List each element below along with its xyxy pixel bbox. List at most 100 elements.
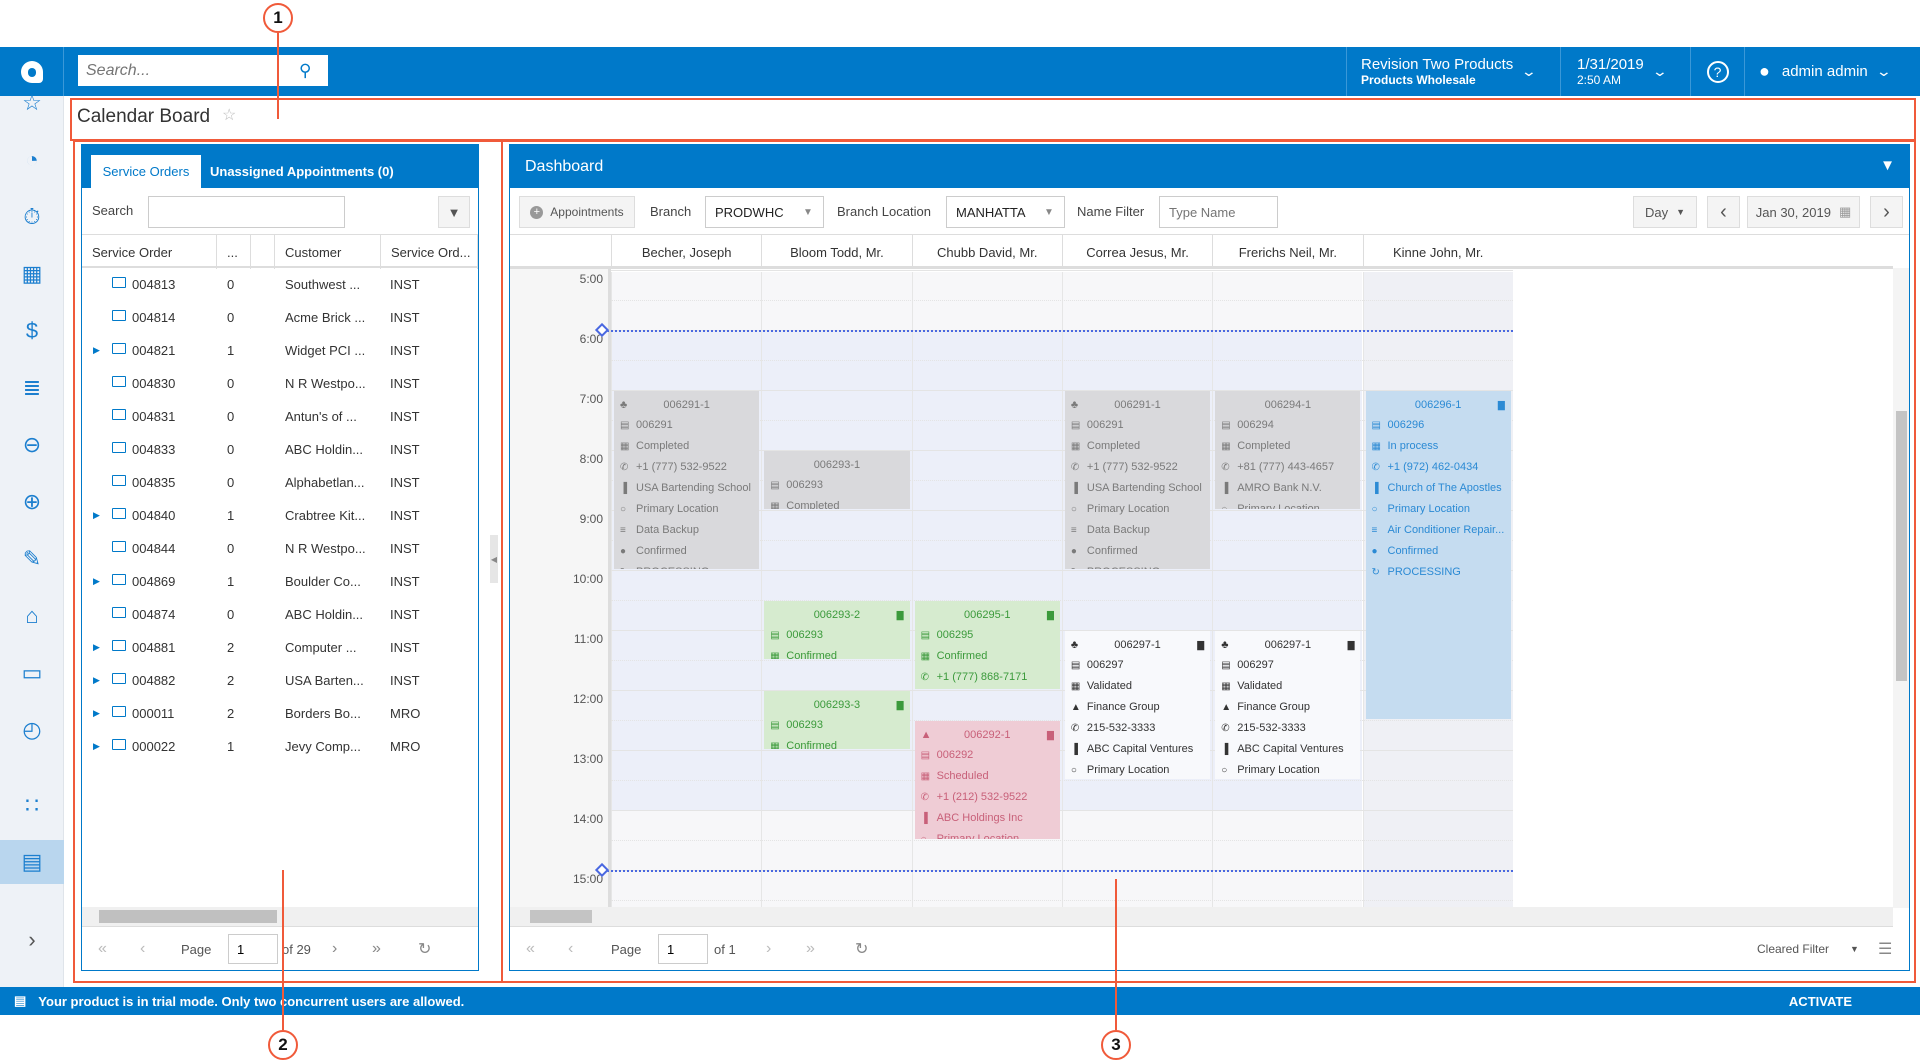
sidebar-item-expand-chevron[interactable]: › xyxy=(0,918,64,962)
column-header[interactable]: ... xyxy=(217,235,251,269)
scrollbar-thumb[interactable] xyxy=(1896,411,1907,681)
first-page-icon[interactable]: « xyxy=(526,940,535,958)
name-filter-input[interactable] xyxy=(1159,196,1278,228)
table-row[interactable]: 004874 0 ABC Holdin... INST xyxy=(82,598,479,631)
order-cell[interactable]: 004882 xyxy=(132,673,175,688)
sidebar-item-star[interactable]: ☆ xyxy=(0,81,64,125)
table-row[interactable]: 004813 0 Southwest ... INST xyxy=(82,268,479,301)
appointment-card[interactable]: 006295-1 ▇ ▤ 006295 ▦ Confirmed ✆ +1 (777) 868-… xyxy=(914,601,1060,689)
sidebar-item-edit[interactable]: ✎ xyxy=(0,537,64,581)
order-cell[interactable]: 004874 xyxy=(132,607,175,622)
sidebar-item-apps-grid[interactable]: ∷ xyxy=(0,784,64,828)
refresh-icon[interactable]: ↻ xyxy=(418,939,431,959)
column-header[interactable]: Customer xyxy=(275,235,381,269)
column-header[interactable]: Service Order xyxy=(82,235,217,269)
next-page-icon[interactable]: › xyxy=(332,940,337,958)
staff-column-header[interactable]: Frerichs Neil, Mr. xyxy=(1212,235,1362,269)
activate-link[interactable]: ACTIVATE xyxy=(1789,994,1852,1009)
sidebar-item-pie-chart[interactable]: ◔ xyxy=(0,138,64,182)
tab-unassigned-appointments[interactable]: Unassigned Appointments (0) xyxy=(210,155,394,188)
staff-column-header[interactable]: Chubb David, Mr. xyxy=(911,235,1062,269)
table-row[interactable]: ▶ 000022 1 Jevy Comp... MRO xyxy=(82,730,479,763)
expand-arrow-icon[interactable]: ▶ xyxy=(93,741,100,752)
branch-select[interactable]: PRODWHC ▼ xyxy=(705,196,824,228)
sidebar-item-plus-circle[interactable]: ⊕ xyxy=(0,480,64,524)
sidebar-item-truck[interactable]: ▭ xyxy=(0,651,64,695)
scrollbar-thumb[interactable] xyxy=(530,910,592,923)
first-page-icon[interactable]: « xyxy=(98,940,107,958)
filter-icon[interactable]: ▼ xyxy=(1880,157,1895,174)
order-cell[interactable]: 004869 xyxy=(132,574,175,589)
appointment-card[interactable]: 006297-1 ♣ ▇ ▤ 006297 ▦ Validated ▲ Finance Grou… xyxy=(1215,631,1361,779)
expand-arrow-icon[interactable]: ▶ xyxy=(93,345,100,356)
expand-arrow-icon[interactable]: ▶ xyxy=(93,576,100,587)
global-search[interactable]: ⚲ xyxy=(78,55,328,86)
appointment-card[interactable]: 006296-1 ▇ ▤ 006296 ▦ In process ✆ +1 (972) 462… xyxy=(1365,391,1511,719)
table-row[interactable]: 004814 0 Acme Brick ... INST xyxy=(82,301,479,334)
staff-column-header[interactable]: Kinne John, Mr. xyxy=(1362,235,1513,269)
scrollbar-thumb[interactable] xyxy=(99,910,277,923)
appointment-card[interactable]: 006292-1 ▲ ▇ ▤ 006292 ▦ Scheduled ✆ +1 (212) 532… xyxy=(914,721,1060,839)
order-cell[interactable]: 004840 xyxy=(132,508,175,523)
company-selector[interactable]: Revision Two Products Products Wholesale… xyxy=(1346,47,1560,96)
tab-service-orders[interactable]: Service Orders xyxy=(91,155,201,188)
next-date-button[interactable]: › xyxy=(1870,196,1903,228)
expand-arrow-icon[interactable]: ▶ xyxy=(93,510,100,521)
table-row[interactable]: ▶ 004881 2 Computer ... INST xyxy=(82,631,479,664)
order-cell[interactable]: 004881 xyxy=(132,640,175,655)
order-cell[interactable]: 004833 xyxy=(132,442,175,457)
next-page-icon[interactable]: › xyxy=(766,940,771,958)
order-cell[interactable]: 004844 xyxy=(132,541,175,556)
cleared-filter-select[interactable]: Cleared Filter xyxy=(1757,942,1829,956)
order-search-input[interactable] xyxy=(148,196,345,228)
table-row[interactable]: 004844 0 N R Westpo... INST xyxy=(82,532,479,565)
search-icon[interactable]: ⚲ xyxy=(299,61,311,81)
column-header[interactable]: Service Ord... xyxy=(381,235,478,269)
page-input[interactable] xyxy=(658,934,708,964)
horizontal-scrollbar[interactable] xyxy=(82,907,478,927)
page-input[interactable] xyxy=(228,934,278,964)
order-cell[interactable]: 004813 xyxy=(132,277,175,292)
order-cell[interactable]: 004835 xyxy=(132,475,175,490)
date-picker[interactable]: Jan 30, 2019 ▦ xyxy=(1747,196,1860,228)
appointment-card[interactable]: 006293-1 ▤ 006293 ▦ Completed xyxy=(764,451,910,509)
date-selector[interactable]: 1/31/2019 2:50 AM ⌄ xyxy=(1560,47,1690,96)
table-row[interactable]: ▶ 004821 1 Widget PCI ... INST xyxy=(82,334,479,367)
delete-icon[interactable]: ▇ xyxy=(1498,395,1505,415)
order-cell[interactable]: 004830 xyxy=(132,376,175,391)
last-page-icon[interactable]: » xyxy=(806,940,815,958)
table-row[interactable]: 004830 0 N R Westpo... INST xyxy=(82,367,479,400)
sidebar-item-minus-circle[interactable]: ⊖ xyxy=(0,423,64,467)
filter-button[interactable]: ▼ xyxy=(438,196,470,228)
column-config-icon[interactable]: ☰ xyxy=(1878,939,1892,959)
user-menu[interactable]: ● admin admin ⌄ xyxy=(1744,47,1920,96)
appointment-card[interactable]: 006291-1 ♣ ▤ 006291 ▦ Completed ✆ +1 (777) 532-… xyxy=(1064,391,1211,569)
staff-column-header[interactable]: Correa Jesus, Mr. xyxy=(1061,235,1212,269)
column-header[interactable] xyxy=(251,235,275,269)
appointment-card[interactable]: 006293-2 ▇ ▤ 006293 ▦ Confirmed xyxy=(764,601,910,659)
delete-icon[interactable]: ▇ xyxy=(1197,635,1204,655)
expand-arrow-icon[interactable]: ▶ xyxy=(93,708,100,719)
expand-arrow-icon[interactable]: ▶ xyxy=(93,642,100,653)
search-input[interactable] xyxy=(86,61,291,80)
add-appointment-button[interactable]: + Appointments xyxy=(519,196,635,228)
refresh-icon[interactable]: ↻ xyxy=(855,939,868,959)
appointment-card[interactable]: 006294-1 ▤ 006294 ▦ Completed ✆ +81 (777) 443-… xyxy=(1215,391,1361,509)
table-row[interactable]: 004833 0 ABC Holdin... INST xyxy=(82,433,479,466)
sidebar-item-cart[interactable]: ⌂ xyxy=(0,594,64,638)
help-button[interactable]: ? xyxy=(1690,47,1744,96)
sidebar-item-calculator[interactable]: ▦ xyxy=(0,252,64,296)
vertical-scrollbar[interactable] xyxy=(1893,268,1909,908)
appointment-card[interactable]: 006297-1 ♣ ▇ ▤ 006297 ▦ Validated ▲ Finance Grou… xyxy=(1064,631,1211,779)
table-row[interactable]: 004831 0 Antun's of ... INST xyxy=(82,400,479,433)
delete-icon[interactable]: ▇ xyxy=(1348,635,1355,655)
expand-arrow-icon[interactable]: ▶ xyxy=(93,675,100,686)
appointment-card[interactable]: 006293-3 ▇ ▤ 006293 ▦ Confirmed xyxy=(764,691,910,749)
sidebar-item-briefcase[interactable]: ▤ xyxy=(0,840,64,884)
delete-icon[interactable]: ▇ xyxy=(1047,605,1054,625)
branch-location-select[interactable]: MANHATTA ▼ xyxy=(946,196,1065,228)
sidebar-item-gauge[interactable]: ◴ xyxy=(0,708,64,752)
sidebar-item-dollar[interactable]: $ xyxy=(0,309,64,353)
order-cell[interactable]: 004821 xyxy=(132,343,175,358)
staff-column-header[interactable]: Bloom Todd, Mr. xyxy=(761,235,911,269)
